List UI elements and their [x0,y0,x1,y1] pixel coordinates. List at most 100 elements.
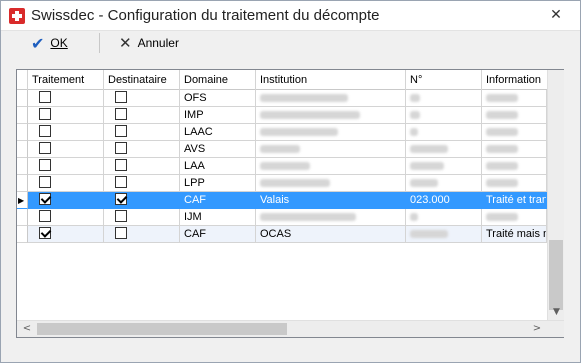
information-cell[interactable] [482,175,547,192]
column-header-numero[interactable]: N° [406,70,482,90]
traitement-checkbox[interactable] [39,108,51,121]
destinataire-checkbox[interactable] [115,193,127,206]
destinataire-checkbox[interactable] [115,91,127,104]
numero-cell[interactable] [406,107,482,124]
destinataire-cell[interactable] [104,192,180,209]
horizontal-scrollbar[interactable]: < > [17,320,564,337]
table-row[interactable]: OFS [17,90,547,107]
domaine-cell[interactable]: LAAC [180,124,256,141]
destinataire-checkbox[interactable] [115,159,127,172]
grid-header: Traitement Destinataire Domaine Institut… [17,70,547,90]
destinataire-checkbox[interactable] [115,108,127,121]
numero-cell[interactable] [406,158,482,175]
numero-cell[interactable] [406,124,482,141]
column-header-domaine[interactable]: Domaine [180,70,256,90]
information-cell[interactable] [482,124,547,141]
numero-cell[interactable] [406,141,482,158]
scroll-down-arrow-icon[interactable]: ▼ [548,304,565,320]
traitement-cell[interactable] [28,107,104,124]
numero-cell[interactable] [406,209,482,226]
destinataire-checkbox[interactable] [115,142,127,155]
institution-cell[interactable] [256,90,406,107]
scroll-right-arrow-icon[interactable]: > [529,321,545,337]
information-cell[interactable] [482,209,547,226]
traitement-cell[interactable] [28,90,104,107]
institution-cell[interactable]: OCAS [256,226,406,243]
information-cell[interactable] [482,158,547,175]
institution-cell[interactable] [256,124,406,141]
destinataire-cell[interactable] [104,158,180,175]
traitement-cell[interactable] [28,158,104,175]
domaine-cell[interactable]: OFS [180,90,256,107]
institution-cell[interactable] [256,158,406,175]
institution-cell[interactable] [256,175,406,192]
institution-cell[interactable] [256,209,406,226]
destinataire-cell[interactable] [104,209,180,226]
traitement-checkbox[interactable] [39,210,51,223]
domaine-cell[interactable]: LPP [180,175,256,192]
destinataire-cell[interactable] [104,141,180,158]
destinataire-cell[interactable] [104,90,180,107]
column-header-information[interactable]: Information [482,70,547,90]
traitement-checkbox[interactable] [39,91,51,104]
information-cell[interactable] [482,141,547,158]
data-grid[interactable]: Traitement Destinataire Domaine Institut… [16,69,564,338]
traitement-checkbox[interactable] [39,193,51,206]
vertical-scrollbar[interactable]: ▼ [547,70,564,320]
traitement-cell[interactable] [28,124,104,141]
vertical-scroll-thumb[interactable] [549,240,563,310]
destinataire-cell[interactable] [104,226,180,243]
table-row[interactable]: CAF OCAS Traité mais no [17,226,547,243]
table-row[interactable]: LAAC [17,124,547,141]
traitement-cell[interactable] [28,175,104,192]
domaine-cell[interactable]: CAF [180,226,256,243]
numero-cell[interactable] [406,175,482,192]
column-header-institution[interactable]: Institution [256,70,406,90]
information-cell[interactable]: Traité et trans [482,192,547,209]
table-row[interactable]: IJM [17,209,547,226]
domaine-cell[interactable]: AVS [180,141,256,158]
table-row[interactable]: IMP [17,107,547,124]
traitement-cell[interactable] [28,141,104,158]
close-button[interactable]: ✕ [539,5,573,25]
traitement-cell[interactable] [28,226,104,243]
traitement-checkbox[interactable] [39,176,51,189]
domaine-cell[interactable]: LAA [180,158,256,175]
table-row[interactable]: AVS [17,141,547,158]
destinataire-cell[interactable] [104,175,180,192]
table-row[interactable]: LPP [17,175,547,192]
institution-cell[interactable] [256,107,406,124]
ok-button[interactable]: ✔ OK [31,33,68,53]
destinataire-checkbox[interactable] [115,227,127,240]
information-cell[interactable]: Traité mais no [482,226,547,243]
information-cell[interactable] [482,90,547,107]
traitement-cell[interactable] [28,209,104,226]
table-row[interactable]: ▶ CAF Valais 023.000 Traité et trans [17,192,547,209]
numero-cell[interactable] [406,90,482,107]
destinataire-cell[interactable] [104,107,180,124]
domaine-cell[interactable]: IJM [180,209,256,226]
destinataire-cell[interactable] [104,124,180,141]
traitement-checkbox[interactable] [39,227,51,240]
information-cell[interactable] [482,107,547,124]
traitement-checkbox[interactable] [39,159,51,172]
horizontal-scroll-thumb[interactable] [37,323,287,335]
table-row[interactable]: LAA [17,158,547,175]
institution-cell[interactable] [256,141,406,158]
domaine-cell[interactable]: IMP [180,107,256,124]
destinataire-checkbox[interactable] [115,176,127,189]
scroll-left-arrow-icon[interactable]: < [19,321,35,337]
column-header-destinataire[interactable]: Destinataire [104,70,180,90]
column-header-traitement[interactable]: Traitement [28,70,104,90]
destinataire-checkbox[interactable] [115,125,127,138]
institution-cell[interactable]: Valais [256,192,406,209]
destinataire-checkbox[interactable] [115,210,127,223]
numero-cell[interactable] [406,226,482,243]
traitement-checkbox[interactable] [39,142,51,155]
traitement-checkbox[interactable] [39,125,51,138]
traitement-cell[interactable] [28,192,104,209]
cancel-button[interactable]: ✕ Annuler [119,33,179,53]
ok-button-label: OK [50,36,68,50]
numero-cell[interactable]: 023.000 [406,192,482,209]
domaine-cell[interactable]: CAF [180,192,256,209]
